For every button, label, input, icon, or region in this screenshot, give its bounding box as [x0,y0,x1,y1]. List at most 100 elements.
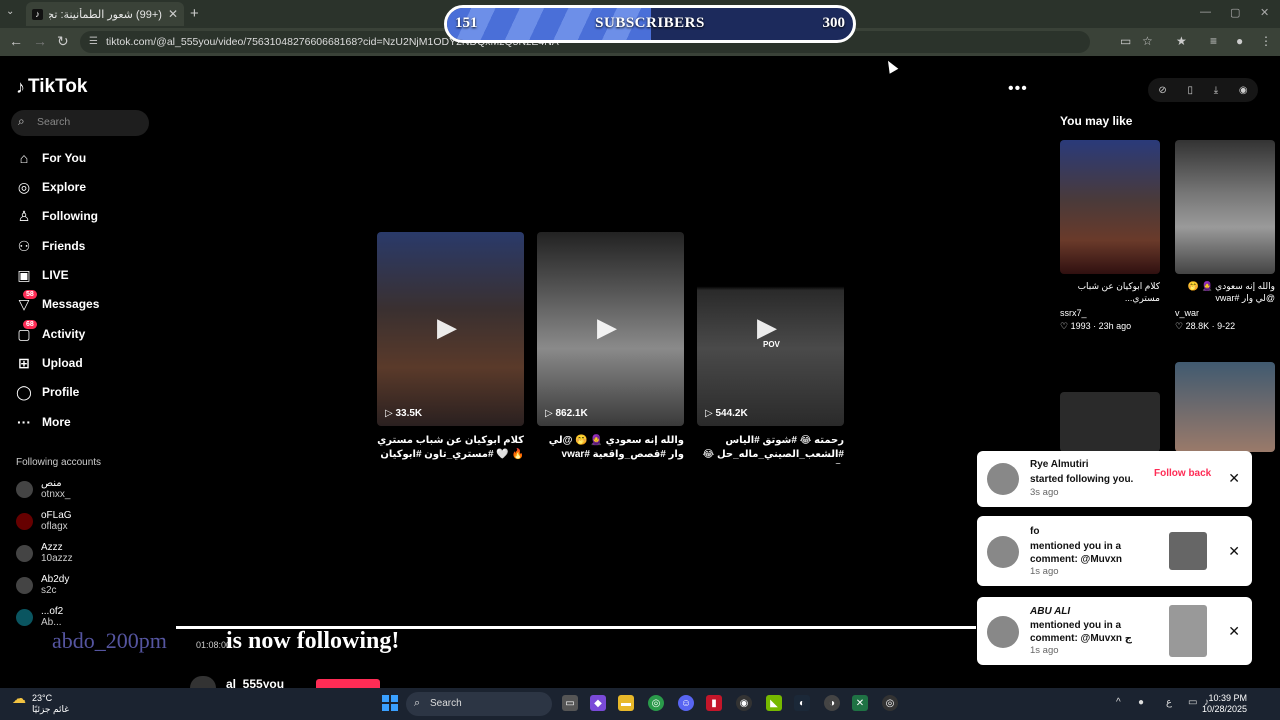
back-icon[interactable]: ← [9,33,23,49]
search-input[interactable]: ⌕ Search [11,110,149,136]
following-account[interactable]: منص otnxx_ [16,478,70,500]
suggested-thumbnail[interactable] [1175,140,1275,274]
notification-text: mentioned you in a comment: @Muvxn ج [1030,620,1132,644]
avatar [987,536,1019,568]
minimize-icon[interactable]: — [1200,6,1211,18]
notification-mention[interactable]: fo mentioned you in a comment: @Muvxn 1s… [977,516,1252,586]
profile-avatar-icon[interactable]: ● [1236,34,1243,48]
browser-menu-icon[interactable]: ⋮ [1260,34,1272,48]
extension-icon[interactable]: ★ [1176,34,1187,48]
notification-thumbnail[interactable] [1169,532,1207,570]
more-options-icon[interactable]: ••• [1008,80,1028,98]
tab-list-icon[interactable]: ⌄ [6,6,14,17]
discord-icon[interactable]: ☺ [678,695,694,711]
nav-explore[interactable]: ◎ Explore [16,176,86,198]
nav-more[interactable]: ··· More [16,411,71,433]
suggested-thumbnail[interactable] [1060,140,1160,274]
maximize-icon[interactable]: ▢ [1230,6,1240,19]
video-caption[interactable]: رحمته 😂 #شوتق #الياس #الشعب_الصيني_ماله_… [697,434,844,464]
nav-for-you[interactable]: ⌂ For You [16,147,86,169]
copilot-icon[interactable]: ◆ [590,695,606,711]
close-icon[interactable]: ✕ [1228,543,1240,560]
play-icon: ▶ [437,312,457,342]
following-account[interactable]: Ab2dy s2c [16,574,69,596]
avatar [16,544,33,562]
notification-follow[interactable]: Rye Almutiri started following you. 3s a… [977,451,1252,507]
video-thumbnail[interactable]: ▶ ▷ 862.1K [537,232,684,426]
follow-back-button[interactable]: Follow back [1154,468,1211,479]
notification-thumbnail[interactable] [1169,605,1207,657]
video-card[interactable]: ▶ POV ▷ 544.2K رحمته 😂 #شوتق #الياس #الش… [697,232,844,464]
video-thumbnail[interactable]: ▶ POV ▷ 544.2K [697,232,844,426]
account-circle-icon[interactable]: ◉ [1239,85,1248,96]
close-window-icon[interactable]: ✕ [1260,6,1269,19]
obs-icon[interactable]: ◉ [736,695,752,711]
tiktok-logo[interactable]: ♪ TikTok [16,76,87,98]
app-icon[interactable]: ▮ [706,695,722,711]
video-card[interactable]: ▶ ▷ 33.5K كلام ابوكيان عن شباب مستري 🔥 🤍… [377,232,524,464]
suggested-thumbnail[interactable] [1175,362,1275,452]
suggested-caption: والله إنه سعودي 🧕 🤭 @لي وار #vwar #قصص_و… [1187,281,1275,303]
steam-icon[interactable]: ◐ [794,695,810,711]
bookmark-star-icon[interactable]: ☆ [1142,34,1153,48]
browser-tab[interactable]: ♪ (+99) شعور الطمأنينة: تجربة في ✕ [26,2,184,26]
network-icon[interactable]: ▭ [1188,697,1197,708]
taskbar-search[interactable]: ⌕ Search [406,692,552,716]
like-count: 1993 [1070,321,1091,331]
nav-live[interactable]: ▣ LIVE [16,264,68,286]
tab-close-icon[interactable]: ✕ [168,7,178,21]
avatar [16,608,33,626]
task-view-icon[interactable]: ▭ [562,695,578,711]
suggested-user[interactable]: v_war [1175,308,1275,318]
avatar[interactable] [190,676,216,688]
nav-profile[interactable]: ◯ Profile [16,381,79,403]
chrome-icon[interactable]: ◎ [648,695,664,711]
phone-icon[interactable]: ▯ [1187,85,1193,96]
account-name: منص [41,478,62,489]
tray-chevron-icon[interactable]: ^ [1116,697,1121,708]
follow-alert-name: abdo_200pm [52,628,167,653]
following-account[interactable]: Azzz 10azzz [16,542,73,564]
forward-icon[interactable]: → [33,33,47,49]
nav-upload[interactable]: ⊞ Upload [16,352,83,374]
close-icon[interactable]: ✕ [1228,623,1240,640]
site-info-icon[interactable]: ☰ [89,36,98,47]
following-account[interactable]: oFLaG oflagx [16,510,72,532]
views-text: 544.2K [715,408,748,419]
app-icon[interactable]: ◑ [824,695,840,711]
nav-activity[interactable]: ▢ 68 Activity [16,319,85,345]
weather-widget[interactable]: ☁ 23°C غائم جزئيًا [12,691,69,715]
file-explorer-icon[interactable]: ▬ [618,695,634,711]
language-indicator[interactable]: ع [1166,697,1172,708]
nav-following[interactable]: ♙ Following [16,205,98,227]
close-icon[interactable]: ✕ [1228,470,1240,487]
search-icon: ⌕ [414,697,421,709]
video-thumbnail[interactable]: ▶ ▷ 33.5K [377,232,524,426]
suggested-user[interactable]: ssrx7_ [1060,308,1160,318]
download-icon[interactable]: ⤓ [1214,85,1218,96]
account-username: otnxx_ [41,489,71,500]
speed-icon[interactable]: ⊘ [1158,85,1166,96]
video-card[interactable]: ▶ ▷ 862.1K والله إنه سعودي 🧕 🤭 @لي وار #… [537,232,684,464]
microphone-icon[interactable]: ● [1138,697,1144,708]
search-placeholder: Search [37,116,71,128]
suggested-thumbnail[interactable] [1060,392,1160,452]
video-caption[interactable]: كلام ابوكيان عن شباب مستري 🔥 🤍 #مستري_تا… [377,434,524,464]
nav-friends[interactable]: ⚇ Friends [16,235,86,257]
clock[interactable]: 10:39 PM 10/28/2025 [1202,693,1247,715]
video-caption[interactable]: والله إنه سعودي 🧕 🤭 @لي وار #قصص_واقعية … [537,434,684,464]
media-icon[interactable]: ≡ [1210,34,1217,48]
following-account[interactable]: ...of2 Ab... [16,606,63,628]
excel-icon[interactable]: ✕ [852,695,868,711]
reload-icon[interactable]: ↻ [57,33,69,50]
avatar [16,576,33,594]
suggested-video-card[interactable]: كلام ابوكيان عن شباب مستري... ssrx7_ ♡ 1… [1060,140,1160,332]
nav-messages[interactable]: ▽ 58 Messages [16,289,99,315]
suggested-video-card[interactable]: والله إنه سعودي 🧕 🤭 @لي وار #vwar #قصص_و… [1175,140,1275,332]
notification-mention[interactable]: ABU ALI mentioned you in a comment: @Muv… [977,597,1252,665]
nvidia-icon[interactable]: ◣ [766,695,782,711]
browser-app-icon[interactable]: ◎ [882,695,898,711]
cast-icon[interactable]: ▭ [1120,34,1131,48]
start-button[interactable] [382,695,398,711]
new-tab-button[interactable]: + [190,5,199,22]
